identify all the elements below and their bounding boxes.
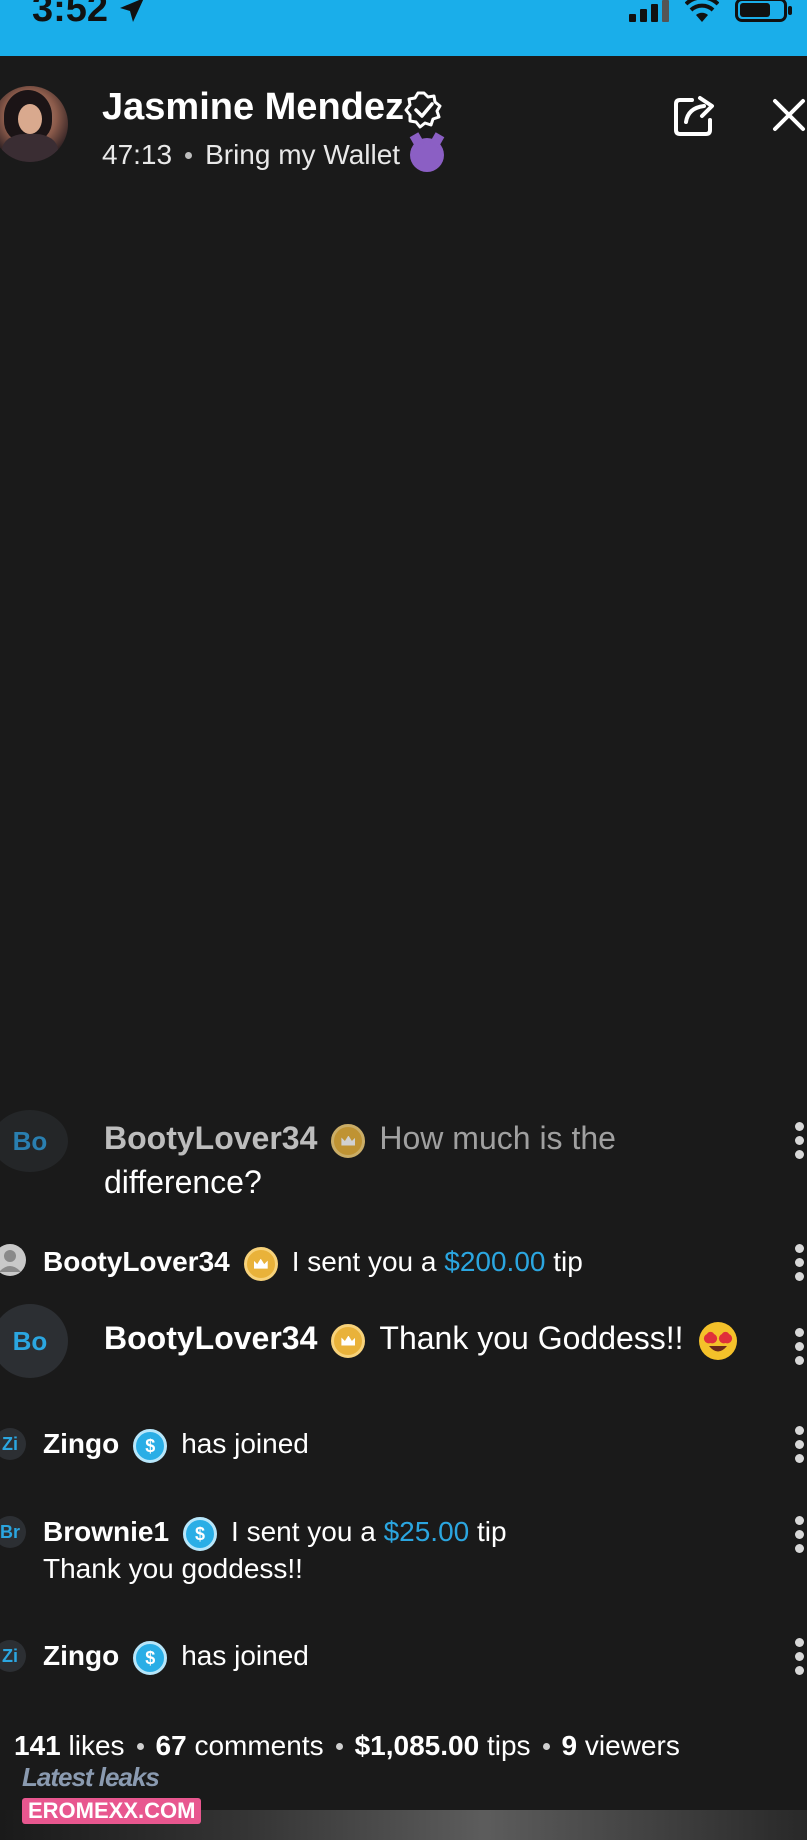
chat-message: Br Brownie1 $ I sent you a $25.00 tip Than… [0,1510,807,1590]
tip-suffix: tip [477,1516,507,1547]
status-icons [629,0,792,26]
chat-text: Thank you Goddess!! [379,1320,684,1356]
separator-dot [136,1742,144,1750]
crown-badge-icon [331,1323,366,1358]
dollar-badge-icon: $ [183,1516,218,1551]
chat-text-continued: Thank you goddess!! [43,1553,303,1584]
user-avatar[interactable] [0,1244,26,1276]
crown-badge-icon [331,1123,366,1158]
separator-dot [542,1742,550,1750]
comments-label[interactable]: comments [194,1730,323,1762]
chat-username[interactable]: BootyLover34 [104,1120,317,1156]
chat-message: Zi Zingo $ has joined [0,1422,807,1472]
more-options-icon[interactable] [795,1516,805,1553]
heart-eyes-emoji-icon [699,1321,738,1360]
chat-text: I sent you a [291,1246,437,1277]
more-options-icon[interactable] [795,1122,805,1159]
chat-message: BootyLover34 I sent you a $200.00 tip [0,1238,807,1288]
tip-suffix: tip [553,1246,583,1277]
viewers-label[interactable]: viewers [585,1730,680,1762]
stream-header: Jasmine Mendez 47:13 Bring my Wallet [0,56,807,186]
watermark-text: Latest leaks [22,1762,160,1792]
viewers-count: 9 [561,1730,578,1761]
user-avatar[interactable]: Br [0,1516,26,1548]
comments-count: 67 [155,1730,187,1761]
chat-username[interactable]: Brownie1 [43,1516,169,1547]
stream-title: Bring my Wallet [205,139,401,170]
dollar-badge-icon: $ [133,1428,168,1463]
location-arrow-icon [120,0,144,22]
chat-text: I sent you a [231,1516,376,1547]
close-icon[interactable] [772,98,806,132]
status-time: 3:52 [32,0,109,30]
more-options-icon[interactable] [795,1426,805,1463]
chat-message: Zi Zingo $ has joined [0,1634,807,1684]
dollar-badge-icon: $ [133,1640,168,1675]
more-options-icon[interactable] [795,1244,805,1281]
separator-dot [185,151,193,159]
cellular-signal-icon [629,0,669,22]
user-avatar[interactable]: Zi [0,1428,26,1460]
creator-name[interactable]: Jasmine Mendez [102,86,404,129]
tips-label[interactable]: tips [487,1730,531,1762]
chat-text: has joined [181,1428,309,1459]
more-options-icon[interactable] [795,1328,805,1365]
tips-total: $1,085.00 [354,1730,480,1761]
stream-stats: 141 likes 67 comments $1,085.00 tips 9 v… [14,1730,680,1762]
user-avatar[interactable]: Bo [0,1304,68,1378]
separator-dot [335,1742,343,1750]
tip-amount: $200.00 [444,1246,546,1277]
chat-text: has joined [181,1640,309,1671]
chat-username[interactable]: Zingo [43,1640,119,1671]
user-avatar[interactable]: Zi [0,1640,26,1672]
chat-username[interactable]: BootyLover34 [43,1246,230,1277]
chat-username[interactable]: Zingo [43,1428,119,1459]
chat-message: Bo BootyLover34 Thank you Goddess!! [0,1304,807,1384]
watermark-logo: EROMEXX.COM [22,1798,202,1824]
stream-elapsed-time: 47:13 [102,139,173,170]
battery-icon [735,0,792,22]
wifi-icon [685,0,719,22]
smiling-devil-emoji-icon [410,138,445,172]
likes-label[interactable]: likes [69,1730,125,1762]
likes-count: 141 [14,1730,61,1761]
chat-message: Bo BootyLover34 How much is the differenc… [0,1108,807,1200]
stream-meta: 47:13 Bring my Wallet [102,138,445,172]
verified-badge-icon [404,91,442,129]
crown-badge-icon [243,1246,278,1281]
tip-amount: $25.00 [383,1516,470,1547]
user-avatar[interactable]: Bo [0,1110,68,1172]
chat-username[interactable]: BootyLover34 [104,1320,317,1356]
creator-avatar[interactable] [0,86,68,162]
share-button[interactable] [672,92,718,138]
chat-text: How much is the [379,1120,616,1156]
more-options-icon[interactable] [795,1638,805,1675]
status-bar: 3:52 [0,0,807,56]
chat-text-continued: difference? [104,1164,262,1200]
